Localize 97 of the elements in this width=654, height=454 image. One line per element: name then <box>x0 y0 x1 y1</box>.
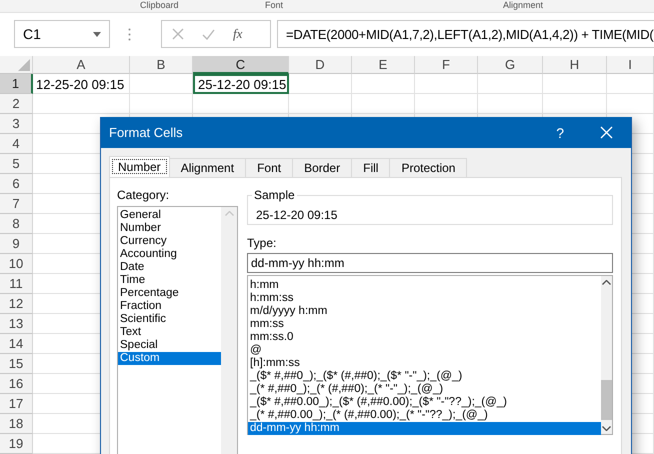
ribbon-group-label: Font <box>265 0 284 12</box>
category-item[interactable]: Number <box>118 222 221 235</box>
empty-cell[interactable] <box>352 94 415 114</box>
row-header[interactable]: 16 <box>0 374 33 394</box>
empty-cell[interactable] <box>289 74 352 94</box>
empty-cell[interactable] <box>478 74 543 94</box>
column-header[interactable]: C <box>193 56 289 74</box>
dots-icon <box>128 28 131 40</box>
sample-label: Sample <box>253 188 296 202</box>
format-item[interactable]: mm:ss <box>248 318 601 331</box>
empty-cell[interactable] <box>478 94 543 114</box>
category-item[interactable]: Percentage <box>118 287 221 300</box>
empty-cell[interactable] <box>543 74 607 94</box>
category-label: Category: <box>117 188 170 202</box>
table-cell[interactable]: 12-25-20 09:15 <box>33 74 130 94</box>
column-header[interactable]: F <box>415 56 478 74</box>
row-header[interactable]: 10 <box>0 254 33 274</box>
tab[interactable]: Protection <box>389 158 468 177</box>
column-header[interactable]: D <box>289 56 352 74</box>
help-button[interactable]: ? <box>552 124 568 140</box>
category-item[interactable]: Time <box>118 274 221 287</box>
empty-cell[interactable] <box>415 94 478 114</box>
row-header[interactable]: 17 <box>0 394 33 414</box>
format-item[interactable]: [h]:mm:ss <box>248 357 601 370</box>
empty-cell[interactable] <box>607 74 654 94</box>
formula-field[interactable]: =DATE(2000+MID(A1,7,2),LEFT(A1,2),MID(A1,4,2)) + TIME(MID( <box>277 20 654 48</box>
row-header[interactable]: 18 <box>0 414 33 434</box>
column-header[interactable]: H <box>543 56 607 74</box>
empty-cell[interactable] <box>352 74 415 94</box>
type-list[interactable] <box>247 275 613 435</box>
tab[interactable]: Number <box>109 156 170 177</box>
dropdown-arrow-icon[interactable] <box>93 32 101 36</box>
scroll-down-icon[interactable] <box>602 426 611 431</box>
scroll-up-icon[interactable] <box>602 280 611 285</box>
format-item[interactable]: m/d/yyyy h:mm <box>248 305 601 318</box>
category-item[interactable]: Text <box>118 326 221 339</box>
row-header[interactable]: 13 <box>0 314 33 334</box>
row-header[interactable]: 9 <box>0 234 33 254</box>
row-header[interactable]: 8 <box>0 214 33 234</box>
empty-cell[interactable] <box>289 94 352 114</box>
select-all-icon[interactable] <box>18 59 30 71</box>
format-item[interactable]: _($* #,##0.00_);_($* (#,##0.00);_($* "-"??_);_(@_) <box>248 396 601 409</box>
category-item[interactable]: Currency <box>118 235 221 248</box>
category-item[interactable]: Scientific <box>118 313 221 326</box>
row-header[interactable]: 3 <box>0 114 33 134</box>
row-header[interactable]: 19 <box>0 434 33 454</box>
category-item[interactable]: Accounting <box>118 248 221 261</box>
sample-value: 25-12-20 09:15 <box>256 208 338 222</box>
ribbon-group-label: Clipboard <box>140 0 180 12</box>
cell-reference: C1 <box>23 26 41 42</box>
name-box[interactable]: C1 <box>14 20 110 48</box>
row-header[interactable]: 11 <box>0 274 33 294</box>
format-item[interactable]: _(* #,##0_);_(* (#,##0);_(* "-"_);_(@_) <box>248 383 601 396</box>
type-label: Type: <box>247 236 278 250</box>
empty-cell[interactable] <box>193 94 289 114</box>
format-item[interactable]: h:mm:ss <box>248 292 601 305</box>
insert-function-button[interactable]: fx <box>233 26 242 42</box>
row-header[interactable]: 15 <box>0 354 33 374</box>
checkmark-icon[interactable] <box>202 28 215 40</box>
row-header[interactable]: 12 <box>0 294 33 314</box>
scrollbar-thumb[interactable] <box>601 380 612 420</box>
empty-cell[interactable] <box>130 74 193 94</box>
row-header[interactable]: 6 <box>0 174 33 194</box>
row-header[interactable]: 14 <box>0 334 33 354</box>
category-item[interactable]: General <box>118 209 221 222</box>
column-header[interactable]: B <box>130 56 193 74</box>
ribbon-group-label: Alignment <box>503 0 544 12</box>
row-header[interactable]: 1 <box>0 74 33 94</box>
type-field[interactable]: dd-mm-yy hh:mm <box>247 253 613 273</box>
category-item[interactable]: Fraction <box>118 300 221 313</box>
empty-cell[interactable] <box>607 94 654 114</box>
format-item[interactable]: h:mm <box>248 279 601 292</box>
format-item[interactable]: mm:ss.0 <box>248 331 601 344</box>
row-header[interactable]: 7 <box>0 194 33 214</box>
empty-cell[interactable] <box>130 94 193 114</box>
format-item[interactable]: dd-mm-yy hh:mm <box>248 422 601 435</box>
cancel-icon[interactable] <box>172 28 184 40</box>
format-item[interactable]: _(* #,##0.00_);_(* (#,##0.00);_(* "-"??_);_(@_) <box>248 409 601 422</box>
format-item[interactable]: _($* #,##0_);_($* (#,##0);_($* "-"_);_(@_) <box>248 370 601 383</box>
category-item[interactable]: Date <box>118 261 221 274</box>
empty-cell[interactable] <box>415 74 478 94</box>
empty-cell[interactable] <box>543 94 607 114</box>
category-item[interactable]: Special <box>118 339 221 352</box>
category-list[interactable]: General Number Currency Accounting Date Time Percentage Fraction Scientific Text Special Custom <box>117 206 238 454</box>
column-header[interactable]: A <box>33 56 130 74</box>
row-header[interactable]: 4 <box>0 134 33 154</box>
column-header[interactable]: G <box>478 56 543 74</box>
row-header[interactable]: 5 <box>0 154 33 174</box>
dialog-title: Format Cells <box>109 125 184 140</box>
tab[interactable]: Alignment <box>168 158 246 177</box>
row-header[interactable]: 2 <box>0 94 33 114</box>
table-cell[interactable]: 25-12-20 09:15 <box>193 74 289 94</box>
category-item[interactable]: Custom <box>118 352 221 365</box>
close-icon[interactable] <box>600 126 613 139</box>
column-header[interactable]: I <box>607 56 654 74</box>
format-item[interactable]: @ <box>248 344 601 357</box>
column-header[interactable]: E <box>352 56 415 74</box>
